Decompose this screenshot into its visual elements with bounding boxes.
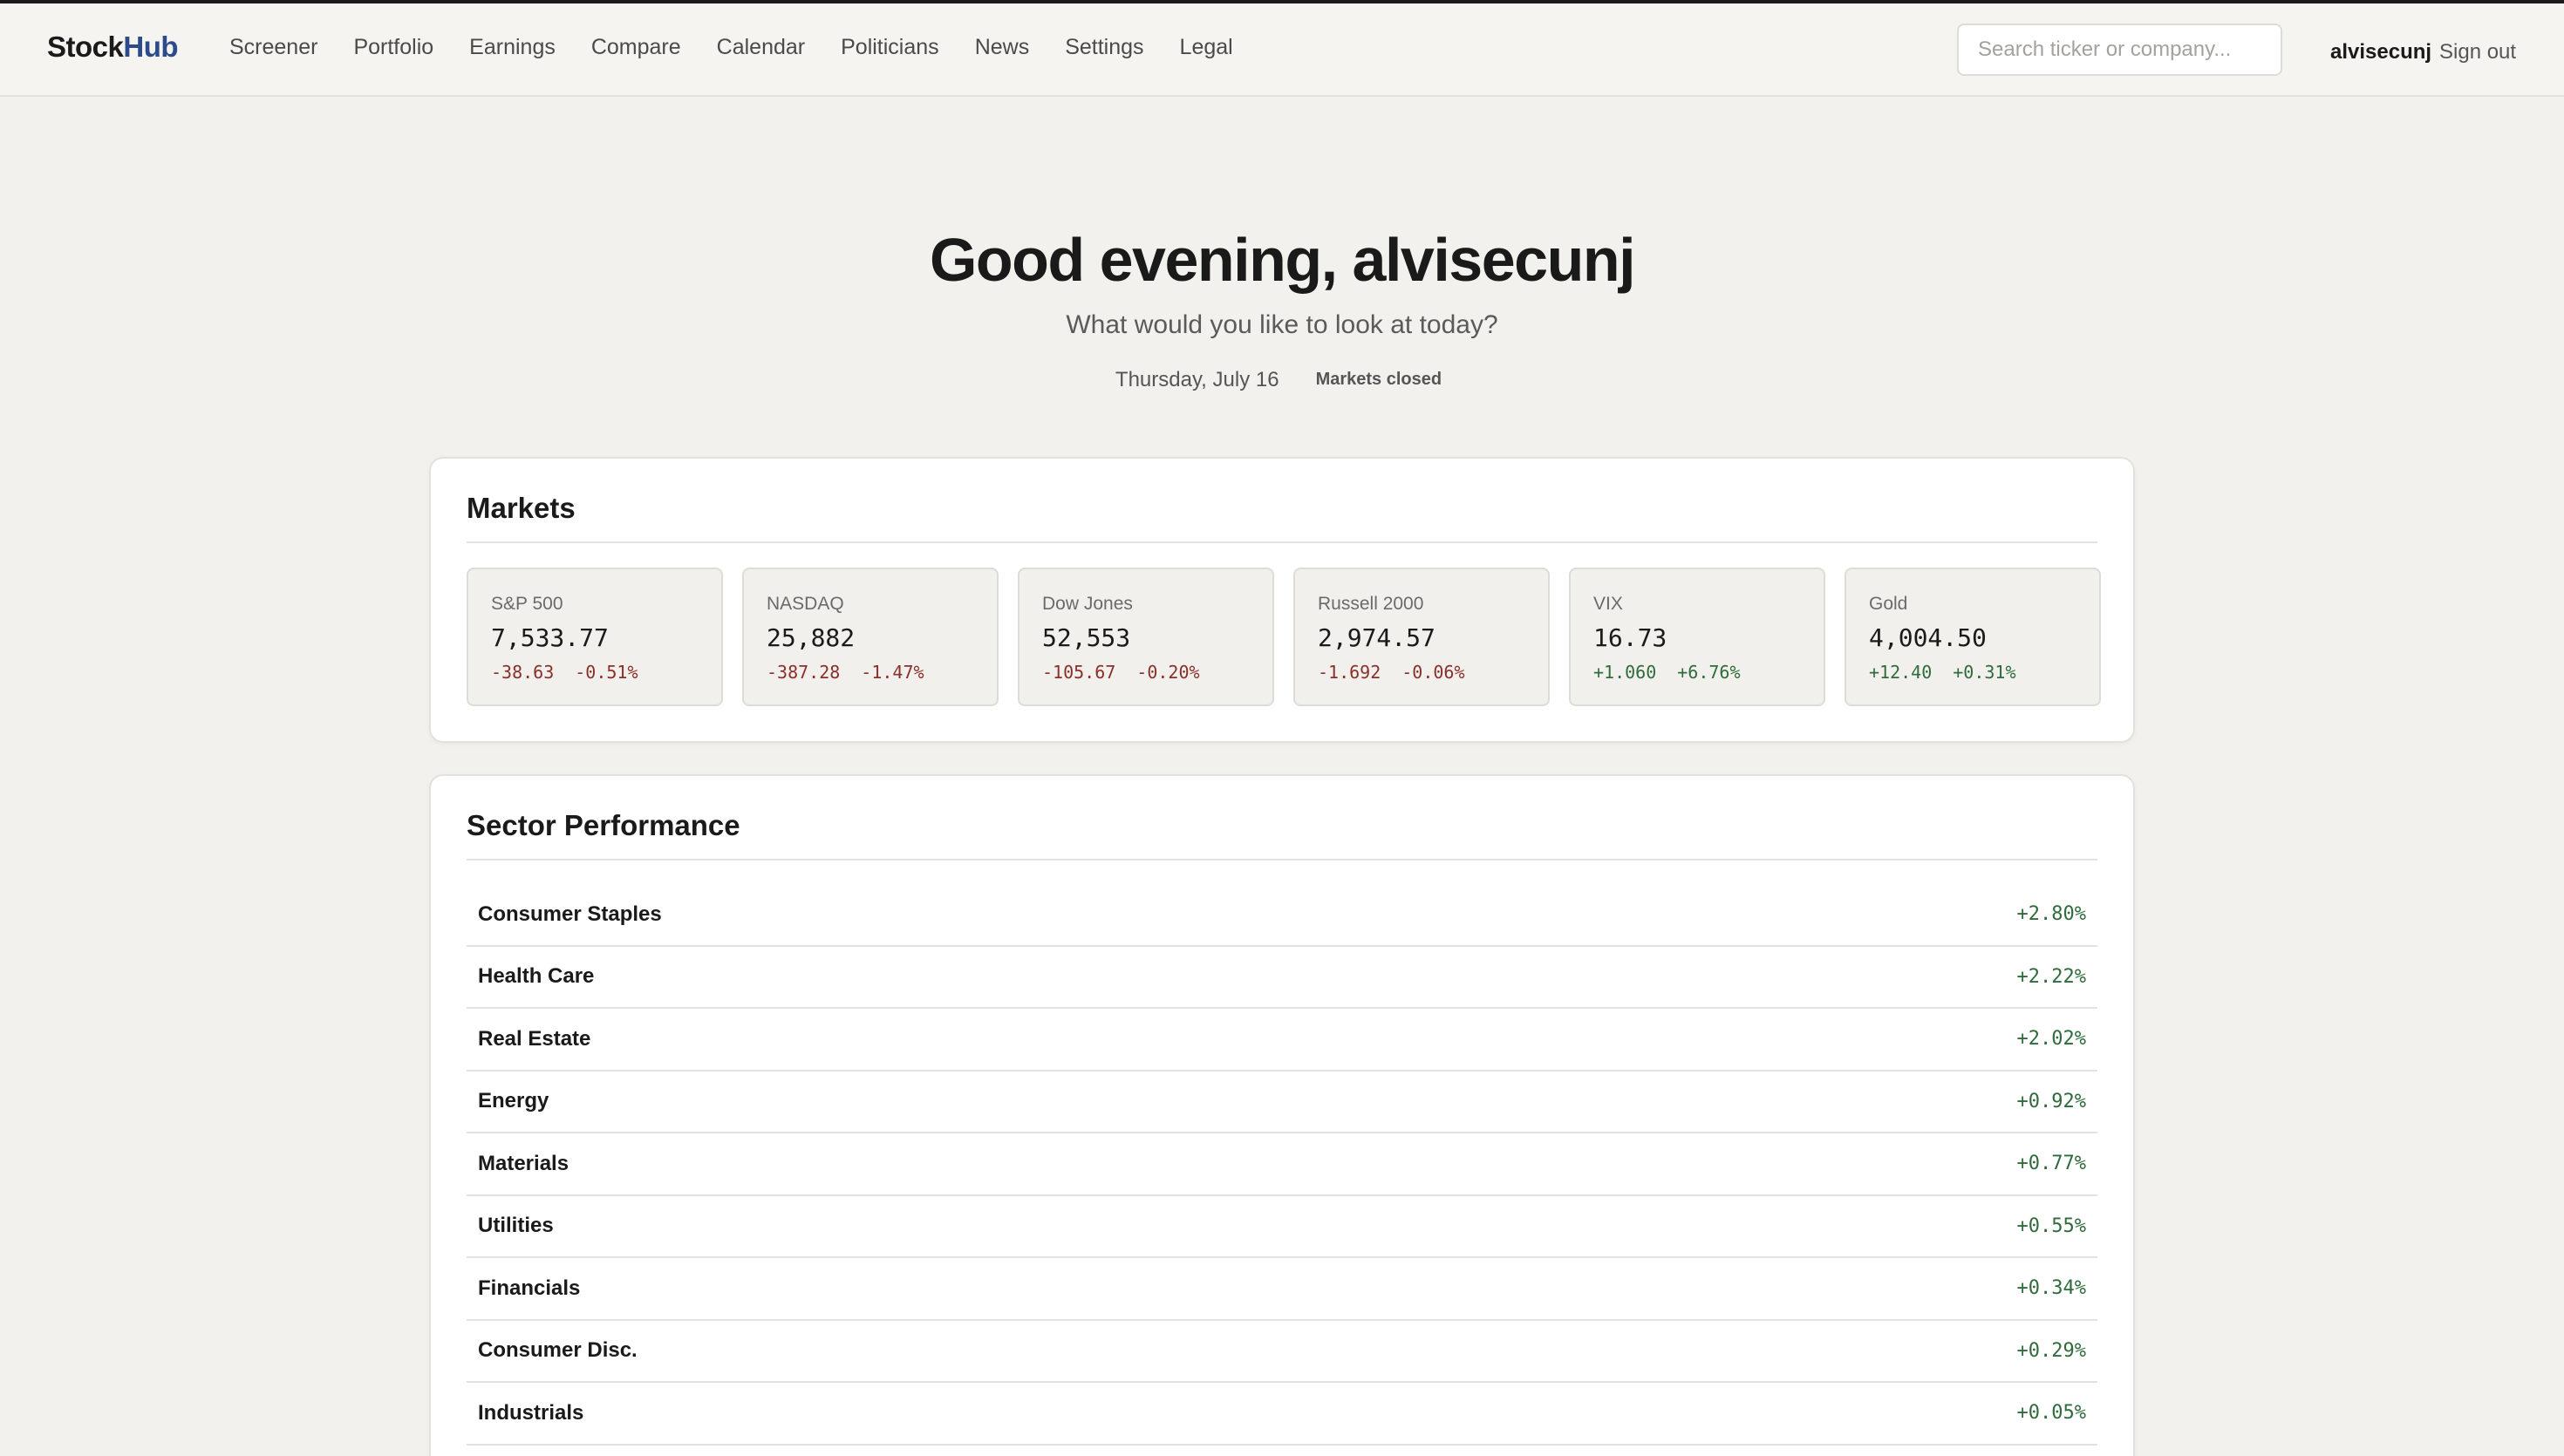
market-tile-russell-2000[interactable]: Russell 2000 2,974.57 -1.692 -0.06%: [1293, 568, 1550, 706]
market-tiles: S&P 500 7,533.77 -38.63 -0.51% NASDAQ 25…: [467, 568, 2101, 706]
sector-performance-title: Sector Performance: [467, 809, 740, 841]
tile-change-pct: +6.76%: [1677, 662, 1741, 683]
nav-link-compare[interactable]: Compare: [591, 35, 681, 60]
sector-name: Utilities: [478, 1214, 554, 1238]
tile-value: 4,004.50: [1869, 623, 1987, 652]
tile-name: Russell 2000: [1318, 594, 1424, 614]
tile-change-abs: -38.63: [491, 662, 555, 683]
market-tile-vix[interactable]: VIX 16.73 +1.060 +6.76%: [1569, 568, 1825, 706]
tile-value: 7,533.77: [491, 623, 609, 652]
tile-change-abs: +1.060: [1593, 662, 1657, 683]
sector-pct: +2.80%: [2016, 903, 2086, 926]
sector-name: Materials: [478, 1151, 569, 1175]
tile-change: -105.67 -0.20%: [1042, 662, 1200, 683]
tile-change: -38.63 -0.51%: [491, 662, 638, 683]
tile-change-abs: -387.28: [767, 662, 841, 683]
tile-value: 25,882: [767, 623, 856, 652]
sector-row[interactable]: Materials +0.77%: [467, 1133, 2097, 1196]
sector-pct: +0.34%: [2016, 1277, 2086, 1300]
date-status-line: Thursday, July 16 Markets closed: [0, 366, 2564, 393]
market-tile-dow-jones[interactable]: Dow Jones 52,553 -105.67 -0.20%: [1018, 568, 1274, 706]
tile-change: +1.060 +6.76%: [1593, 662, 1741, 683]
tile-name: Gold: [1869, 594, 1908, 614]
sector-name: Health Care: [478, 964, 595, 989]
nav-link-portfolio[interactable]: Portfolio: [353, 35, 433, 60]
sector-row[interactable]: Consumer Disc. +0.29%: [467, 1321, 2097, 1383]
tile-value: 2,974.57: [1318, 623, 1435, 652]
nav-links: Screener Portfolio Earnings Compare Cale…: [229, 35, 1269, 60]
sector-name: Real Estate: [478, 1026, 591, 1051]
top-navbar: StockHub Screener Portfolio Earnings Com…: [0, 3, 2564, 97]
current-date: Thursday, July 16: [1115, 367, 1279, 391]
greeting-subtitle: What would you like to look at today?: [1066, 310, 1498, 339]
tile-change-pct: -1.47%: [861, 662, 924, 683]
nav-link-news[interactable]: News: [975, 35, 1030, 60]
markets-card: Markets S&P 500 7,533.77 -38.63 -0.51% N…: [429, 457, 2135, 743]
tile-change: -387.28 -1.47%: [767, 662, 924, 683]
tile-change-pct: +0.31%: [1953, 662, 2016, 683]
tile-name: VIX: [1593, 594, 1623, 614]
market-tile-sp500[interactable]: S&P 500 7,533.77 -38.63 -0.51%: [467, 568, 723, 706]
tile-change-abs: -105.67: [1042, 662, 1116, 683]
sector-pct: +0.55%: [2016, 1214, 2086, 1237]
markets-title: Markets: [467, 492, 576, 524]
market-status-badge: Markets closed: [1315, 370, 1442, 389]
sector-row[interactable]: Real Estate +2.02%: [467, 1009, 2097, 1072]
brand-name-part2: Hub: [123, 31, 179, 63]
market-tile-gold[interactable]: Gold 4,004.50 +12.40 +0.31%: [1845, 568, 2101, 706]
nav-link-settings[interactable]: Settings: [1065, 35, 1143, 60]
sector-name: Consumer Staples: [478, 901, 662, 926]
market-tile-nasdaq[interactable]: NASDAQ 25,882 -387.28 -1.47%: [742, 568, 999, 706]
username-label: alvisecunj: [2330, 40, 2432, 64]
nav-link-legal[interactable]: Legal: [1180, 35, 1233, 60]
nav-link-earnings[interactable]: Earnings: [469, 35, 556, 60]
sector-pct: +2.22%: [2016, 965, 2086, 988]
sector-pct: +0.29%: [2016, 1339, 2086, 1362]
greeting-heading: Good evening, alvisecunj: [929, 226, 1636, 294]
tile-name: Dow Jones: [1042, 594, 1133, 614]
sector-list: Consumer Staples +2.80% Health Care +2.2…: [467, 884, 2097, 1446]
sector-pct: +0.05%: [2016, 1402, 2086, 1425]
nav-link-politicians[interactable]: Politicians: [841, 35, 939, 60]
tile-change: -1.692 -0.06%: [1318, 662, 1465, 683]
tile-name: NASDAQ: [767, 594, 844, 614]
brand-logo[interactable]: StockHub: [47, 31, 179, 64]
sector-pct: +0.92%: [2016, 1090, 2086, 1112]
nav-link-screener[interactable]: Screener: [229, 35, 317, 60]
sector-pct: +2.02%: [2016, 1028, 2086, 1051]
sector-row[interactable]: Industrials +0.05%: [467, 1383, 2097, 1446]
sector-row[interactable]: Energy +0.92%: [467, 1072, 2097, 1133]
sector-row[interactable]: Health Care +2.22%: [467, 947, 2097, 1009]
markets-divider: [467, 541, 2097, 543]
sector-name: Energy: [478, 1089, 549, 1113]
tile-change-pct: -0.20%: [1136, 662, 1200, 683]
tile-name: S&P 500: [491, 594, 563, 614]
tile-change-pct: -0.06%: [1401, 662, 1465, 683]
sector-performance-card: Sector Performance Consumer Staples +2.8…: [429, 774, 2135, 1456]
sector-name: Financials: [478, 1276, 581, 1300]
sector-row[interactable]: Consumer Staples +2.80%: [467, 884, 2097, 947]
sector-name: Industrials: [478, 1400, 584, 1425]
tile-change-abs: +12.40: [1869, 662, 1933, 683]
tile-change-abs: -1.692: [1318, 662, 1381, 683]
sector-divider: [467, 859, 2097, 861]
tile-change: +12.40 +0.31%: [1869, 662, 2016, 683]
sector-name: Consumer Disc.: [478, 1338, 638, 1363]
search-input[interactable]: [1957, 24, 2282, 76]
nav-link-calendar[interactable]: Calendar: [717, 35, 805, 60]
brand-name-part1: Stock: [47, 31, 124, 63]
sector-pct: +0.77%: [2016, 1153, 2086, 1175]
sector-row[interactable]: Financials +0.34%: [467, 1258, 2097, 1321]
tile-value: 52,553: [1042, 623, 1131, 652]
tile-value: 16.73: [1593, 623, 1667, 652]
sector-row[interactable]: Utilities +0.55%: [467, 1196, 2097, 1258]
tile-change-pct: -0.51%: [575, 662, 638, 683]
sign-out-link[interactable]: Sign out: [2439, 40, 2516, 65]
